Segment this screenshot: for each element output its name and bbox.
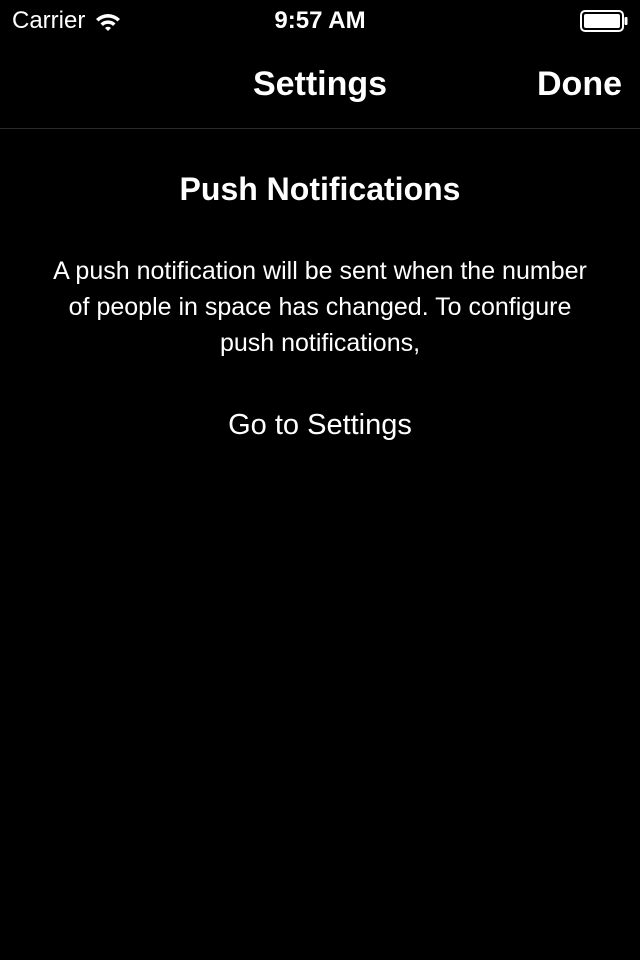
- section-title: Push Notifications: [179, 171, 461, 207]
- description-text: A push notification will be sent when th…: [53, 257, 587, 357]
- navigation-bar: Settings Done: [0, 40, 640, 129]
- status-time: 9:57 AM: [274, 7, 366, 34]
- status-bar: Carrier 9:57 AM: [0, 0, 640, 40]
- go-to-settings-link[interactable]: Go to Settings: [228, 407, 412, 443]
- done-button[interactable]: Done: [537, 64, 622, 104]
- main-content: Push Notifications A push notification w…: [0, 129, 640, 443]
- battery-icon: [580, 10, 628, 32]
